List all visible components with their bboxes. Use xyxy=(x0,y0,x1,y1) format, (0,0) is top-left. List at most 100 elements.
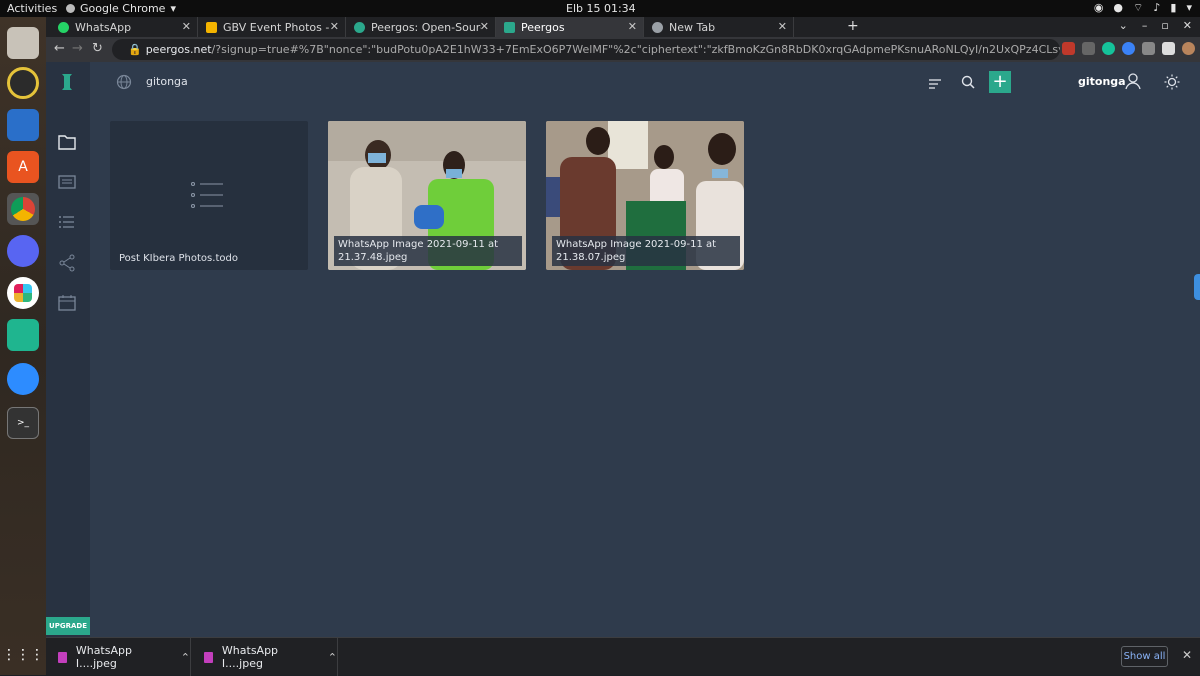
puzzle-icon[interactable] xyxy=(1142,42,1155,55)
tab-peergos[interactable]: Peergos ✕ xyxy=(496,17,644,37)
globe-icon[interactable] xyxy=(116,74,132,90)
tab-whatsapp[interactable]: WhatsApp ✕ xyxy=(50,17,198,37)
discord-dock-icon[interactable] xyxy=(7,235,39,267)
system-top-bar: Activities Google Chrome ▾ Elb 15 01:34 … xyxy=(0,0,1200,17)
side-panel-tab[interactable] xyxy=(1194,274,1200,300)
peergos-logo-icon[interactable] xyxy=(62,74,72,90)
peergos-icon xyxy=(504,21,515,33)
wifi-icon[interactable]: ⌔ xyxy=(1133,1,1143,15)
chrome-icon xyxy=(66,4,75,13)
theme-toggle-icon[interactable] xyxy=(1164,74,1180,94)
breadcrumb-user[interactable]: gitonga xyxy=(146,75,188,88)
tab-new-tab[interactable]: New Tab ✕ xyxy=(644,17,794,37)
share-icon[interactable] xyxy=(57,254,77,274)
plus-icon: + xyxy=(992,71,1008,92)
close-icon[interactable]: ✕ xyxy=(182,20,191,33)
whatsapp-icon xyxy=(58,21,69,33)
tab-label: Peergos xyxy=(521,20,565,34)
tab-gbv-photos[interactable]: GBV Event Photos - Googl ✕ xyxy=(198,17,346,37)
file-tile-image[interactable]: WhatsApp Image 2021-09-11 at 21.38.07.jp… xyxy=(546,121,744,270)
power-menu-icon[interactable]: ▾ xyxy=(1186,1,1192,15)
toolbar: ← → ↻ 🔒 peergos.net/?signup=true#%7B"nonc… xyxy=(46,37,1200,62)
chrome-dock-icon[interactable] xyxy=(7,193,39,225)
download-item[interactable]: WhatsApp I....jpeg ⌃ xyxy=(192,638,338,676)
tab-strip: WhatsApp ✕ GBV Event Photos - Googl ✕ Pe… xyxy=(46,17,1200,37)
show-all-button[interactable]: Show all xyxy=(1121,646,1168,667)
file-name: WhatsApp Image 2021-09-11 at 21.38.07.jp… xyxy=(552,236,740,266)
add-button[interactable]: + xyxy=(989,71,1011,93)
peergos-icon xyxy=(354,21,365,33)
download-label: WhatsApp I....jpeg xyxy=(75,644,132,670)
download-bar: WhatsApp I....jpeg ⌃ WhatsApp I....jpeg … xyxy=(46,637,1200,676)
chevron-up-icon[interactable]: ⌃ xyxy=(181,651,190,664)
close-icon[interactable]: ✕ xyxy=(480,20,489,33)
upgrade-button[interactable]: UPGRADE xyxy=(46,617,90,635)
todo-list-icon xyxy=(190,181,224,213)
folder-icon[interactable] xyxy=(57,134,77,154)
slack-icon[interactable] xyxy=(7,277,39,309)
tasks-list-icon[interactable] xyxy=(57,214,77,234)
grammarly-icon[interactable] xyxy=(1102,42,1115,55)
activities-button[interactable]: Activities xyxy=(7,2,57,15)
app-menu[interactable]: Google Chrome ▾ xyxy=(66,2,176,15)
google-photos-icon xyxy=(206,21,217,33)
chevron-up-icon[interactable]: ⌃ xyxy=(328,651,337,664)
close-icon[interactable]: ✕ xyxy=(1182,648,1192,662)
tab-label: GBV Event Photos - Googl xyxy=(223,20,331,34)
url-host: peergos.net xyxy=(145,43,212,56)
tab-search-icon[interactable]: ⌄ xyxy=(1119,19,1128,32)
element-icon[interactable] xyxy=(7,319,39,351)
tab-label: Peergos: Open-Source Go xyxy=(371,20,481,34)
clock[interactable]: Elb 15 01:34 xyxy=(566,2,636,15)
back-icon[interactable]: ← xyxy=(54,41,65,56)
pdf-extension-icon[interactable] xyxy=(1062,42,1075,55)
file-tile-image[interactable]: WhatsApp Image 2021-09-11 at 21.37.48.jp… xyxy=(328,121,526,270)
address-bar[interactable]: 🔒 peergos.net/?signup=true#%7B"nonce":"bu… xyxy=(112,39,1060,60)
file-name: Post KIbera Photos.todo xyxy=(119,253,238,264)
new-tab-button[interactable]: + xyxy=(847,18,859,34)
file-tile-todo[interactable]: Post KIbera Photos.todo xyxy=(110,121,308,270)
reload-icon[interactable]: ↻ xyxy=(92,41,103,56)
system-tray[interactable]: ◉ ● ⌔ ♪ ▮ ▾ xyxy=(1094,1,1192,15)
discord-tray-icon[interactable]: ◉ xyxy=(1094,1,1104,15)
rhythmbox-icon[interactable] xyxy=(7,67,39,99)
image-file-icon xyxy=(204,651,213,663)
username-label: gitonga xyxy=(1078,75,1126,88)
close-icon[interactable]: ✕ xyxy=(330,20,339,33)
minimize-icon[interactable]: – xyxy=(1142,19,1148,32)
show-applications-icon[interactable]: ⋮⋮⋮ xyxy=(2,639,44,671)
tab-peergos-opensource[interactable]: Peergos: Open-Source Go ✕ xyxy=(346,17,496,37)
lock-icon[interactable]: 🔒 xyxy=(128,43,142,56)
tab-label: New Tab xyxy=(669,20,716,34)
maximize-icon[interactable]: ▫ xyxy=(1161,19,1168,32)
forward-icon[interactable]: → xyxy=(72,41,83,56)
ubuntu-software-icon[interactable]: A xyxy=(7,151,39,183)
libreoffice-writer-icon[interactable] xyxy=(7,109,39,141)
volume-icon[interactable]: ♪ xyxy=(1153,1,1160,15)
zoom-icon[interactable] xyxy=(7,363,39,395)
close-icon[interactable]: ✕ xyxy=(778,20,787,33)
files-icon[interactable] xyxy=(7,27,39,59)
profile-icon[interactable] xyxy=(1125,73,1141,94)
sidebar-icon[interactable] xyxy=(1162,42,1175,55)
tab-label: WhatsApp xyxy=(75,20,132,34)
close-icon[interactable]: ✕ xyxy=(628,20,637,33)
extension-icon[interactable] xyxy=(1122,42,1135,55)
profile-avatar[interactable] xyxy=(1182,42,1195,55)
window-controls: ⌄ – ▫ ✕ xyxy=(1119,19,1192,32)
close-window-icon[interactable]: ✕ xyxy=(1183,19,1192,32)
news-feed-icon[interactable] xyxy=(57,174,77,194)
chrome-tray-icon[interactable]: ● xyxy=(1113,1,1123,15)
terminal-icon[interactable]: >_ xyxy=(7,407,39,439)
search-icon[interactable] xyxy=(961,74,975,93)
extension-icon[interactable] xyxy=(1082,42,1095,55)
left-navigation xyxy=(46,62,90,637)
calendar-icon[interactable] xyxy=(57,294,77,314)
url-path: /?signup=true#%7B"nonce":"budPotu0pA2E1h… xyxy=(211,43,1060,56)
dock: A >_ ⋮⋮⋮ xyxy=(0,17,46,675)
download-item[interactable]: WhatsApp I....jpeg ⌃ xyxy=(46,638,191,676)
sort-icon[interactable] xyxy=(928,75,942,94)
image-file-icon xyxy=(58,651,67,663)
file-name: WhatsApp Image 2021-09-11 at 21.37.48.jp… xyxy=(334,236,522,266)
battery-icon[interactable]: ▮ xyxy=(1170,1,1176,15)
